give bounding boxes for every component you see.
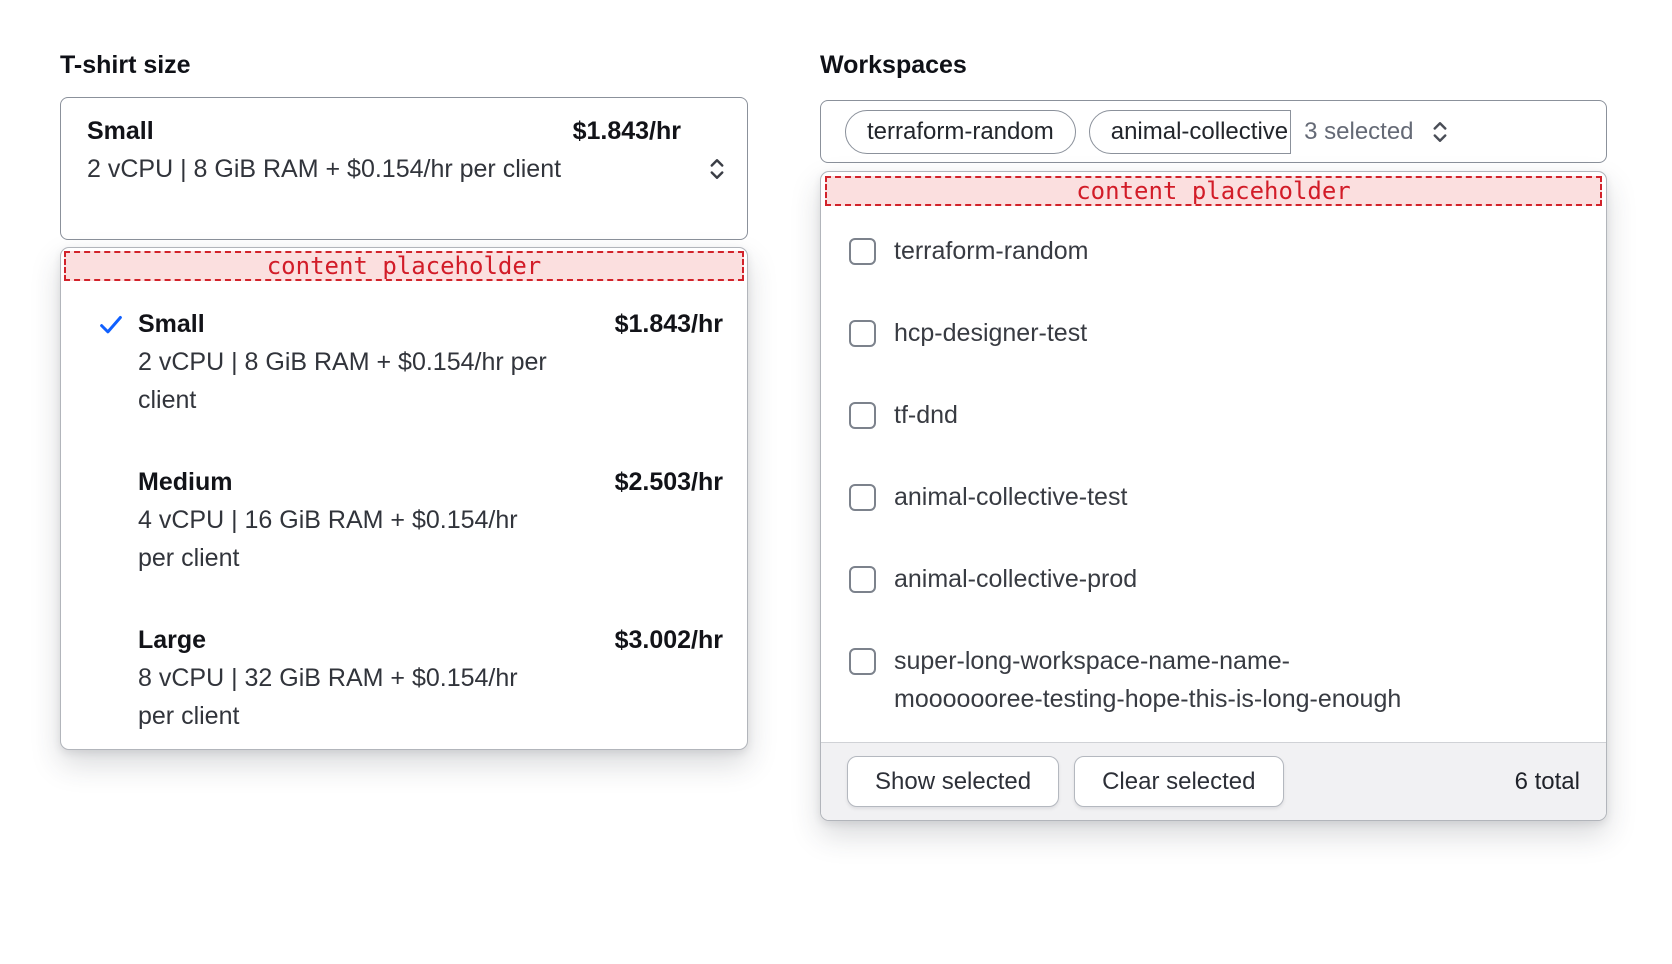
checkbox-unchecked[interactable] [849,484,876,511]
option-description: 8 vCPU | 32 GiB RAM + $0.154/hr per clie… [138,659,558,735]
checkbox-unchecked[interactable] [849,238,876,265]
checkbox-unchecked[interactable] [849,566,876,593]
workspace-item-super-long-name[interactable]: super-long-workspace-name-name- moooooor… [849,642,1578,718]
workspace-item-tf-dnd[interactable]: tf-dnd [849,396,1578,434]
option-content: Medium 4 vCPU | 16 GiB RAM + $0.154/hr p… [138,463,615,577]
workspaces-listbox: content placeholder terraform-random hcp… [820,171,1607,821]
option-large[interactable]: Large 8 vCPU | 32 GiB RAM + $0.154/hr pe… [96,621,723,735]
tag-animal-collective[interactable]: animal-collective [1089,110,1291,154]
workspaces-footer: Show selected Clear selected 6 total [821,742,1606,820]
workspace-item-animal-collective-prod[interactable]: animal-collective-prod [849,560,1578,598]
workspace-item-label: super-long-workspace-name-name- moooooor… [894,642,1401,718]
selected-size-title: Small [87,112,154,150]
option-title: Large [138,621,615,659]
tshirt-size-section: T-shirt size Small $1.843/hr 2 vCPU | 8 … [60,50,748,750]
chevron-up-down-icon [703,155,731,183]
workspaces-label: Workspaces [820,50,1607,80]
selected-size-description: 2 vCPU | 8 GiB RAM + $0.154/hr per clien… [87,150,567,188]
checkbox-unchecked[interactable] [849,648,876,675]
checkbox-unchecked[interactable] [849,402,876,429]
content-placeholder: content placeholder [64,251,744,281]
option-medium[interactable]: Medium 4 vCPU | 16 GiB RAM + $0.154/hr p… [96,463,723,577]
option-price: $1.843/hr [615,305,723,419]
workspace-item-label: tf-dnd [894,396,958,434]
workspace-option-list: terraform-random hcp-designer-test tf-dn… [821,210,1606,718]
workspace-item-label: hcp-designer-test [894,314,1087,352]
option-price: $3.002/hr [615,621,723,735]
tshirt-size-label: T-shirt size [60,50,748,80]
total-count-text: 6 total [1515,768,1580,796]
content-placeholder: content placeholder [825,176,1602,206]
content-placeholder-label: content placeholder [1076,178,1351,204]
tag-terraform-random[interactable]: terraform-random [845,110,1076,154]
option-title: Medium [138,463,615,501]
content-placeholder-label: content placeholder [267,253,542,279]
chevron-up-down-icon [1426,118,1454,146]
workspace-item-hcp-designer-test[interactable]: hcp-designer-test [849,314,1578,352]
workspaces-trigger[interactable]: terraform-random animal-collective 3 sel… [820,100,1607,163]
tshirt-size-trigger[interactable]: Small $1.843/hr 2 vCPU | 8 GiB RAM + $0.… [60,97,748,240]
option-description: 4 vCPU | 16 GiB RAM + $0.154/hr per clie… [138,501,558,577]
workspace-item-label: animal-collective-prod [894,560,1137,598]
show-selected-button[interactable]: Show selected [847,756,1059,807]
check-spacer [96,621,138,735]
workspace-item-label: terraform-random [894,232,1089,270]
option-content: Large 8 vCPU | 32 GiB RAM + $0.154/hr pe… [138,621,615,735]
check-spacer [96,463,138,577]
option-description: 2 vCPU | 8 GiB RAM + $0.154/hr per clien… [138,343,558,419]
workspace-item-animal-collective-test[interactable]: animal-collective-test [849,478,1578,516]
workspace-item-terraform-random[interactable]: terraform-random [849,232,1578,270]
tshirt-option-list: Small 2 vCPU | 8 GiB RAM + $0.154/hr per… [61,284,747,735]
selected-count-text: 3 selected [1304,118,1413,146]
option-price: $2.503/hr [615,463,723,577]
clear-selected-button[interactable]: Clear selected [1074,756,1283,807]
checkbox-unchecked[interactable] [849,320,876,347]
tshirt-size-listbox: content placeholder Small 2 vCPU | 8 GiB… [60,247,748,750]
selected-check-icon [96,305,138,419]
selected-size-price: $1.843/hr [573,112,681,150]
workspace-item-label: animal-collective-test [894,478,1127,516]
option-title: Small [138,305,615,343]
option-small[interactable]: Small 2 vCPU | 8 GiB RAM + $0.154/hr per… [96,305,723,419]
workspaces-section: Workspaces terraform-random animal-colle… [820,50,1607,821]
option-content: Small 2 vCPU | 8 GiB RAM + $0.154/hr per… [138,305,615,419]
